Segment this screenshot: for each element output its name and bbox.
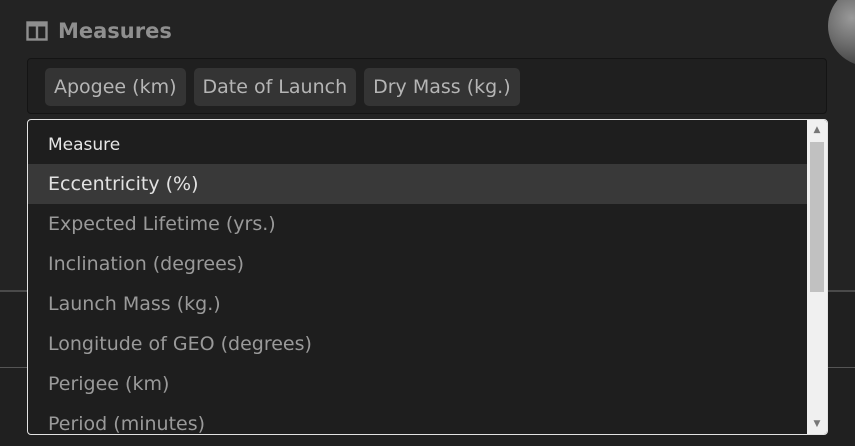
- dropdown-option-expected-lifetime[interactable]: Expected Lifetime (yrs.): [28, 204, 807, 244]
- scroll-up-icon[interactable]: ▲: [807, 120, 827, 140]
- dropdown-list[interactable]: Measure Eccentricity (%) Expected Lifeti…: [28, 120, 807, 434]
- page: Measures Apogee (km) Date of Launch Dry …: [0, 0, 855, 446]
- measure-chip[interactable]: Date of Launch: [193, 68, 357, 106]
- dropdown-option-inclination[interactable]: Inclination (degrees): [28, 244, 807, 284]
- dropdown-option-longitude-geo[interactable]: Longitude of GEO (degrees): [28, 324, 807, 364]
- section-title: Measures: [58, 19, 172, 43]
- measure-chip[interactable]: Dry Mass (kg.): [364, 68, 520, 106]
- dropdown-option-period[interactable]: Period (minutes): [28, 404, 807, 434]
- scrollbar-thumb[interactable]: [810, 142, 824, 292]
- selected-measures: Apogee (km) Date of Launch Dry Mass (kg.…: [45, 68, 520, 106]
- measures-dropdown: Measure Eccentricity (%) Expected Lifeti…: [27, 119, 828, 435]
- measures-header: Measures: [26, 16, 172, 46]
- dropdown-option-launch-mass[interactable]: Launch Mass (kg.): [28, 284, 807, 324]
- dropdown-option-perigee[interactable]: Perigee (km): [28, 364, 807, 404]
- dropdown-scrollbar[interactable]: ▲ ▼: [807, 120, 827, 434]
- dropdown-option-eccentricity[interactable]: Eccentricity (%): [28, 164, 807, 204]
- scroll-down-icon[interactable]: ▼: [807, 414, 827, 434]
- measure-chip[interactable]: Apogee (km): [45, 68, 186, 106]
- dropdown-group-label: Measure: [48, 135, 121, 155]
- table-columns-icon: [26, 20, 48, 42]
